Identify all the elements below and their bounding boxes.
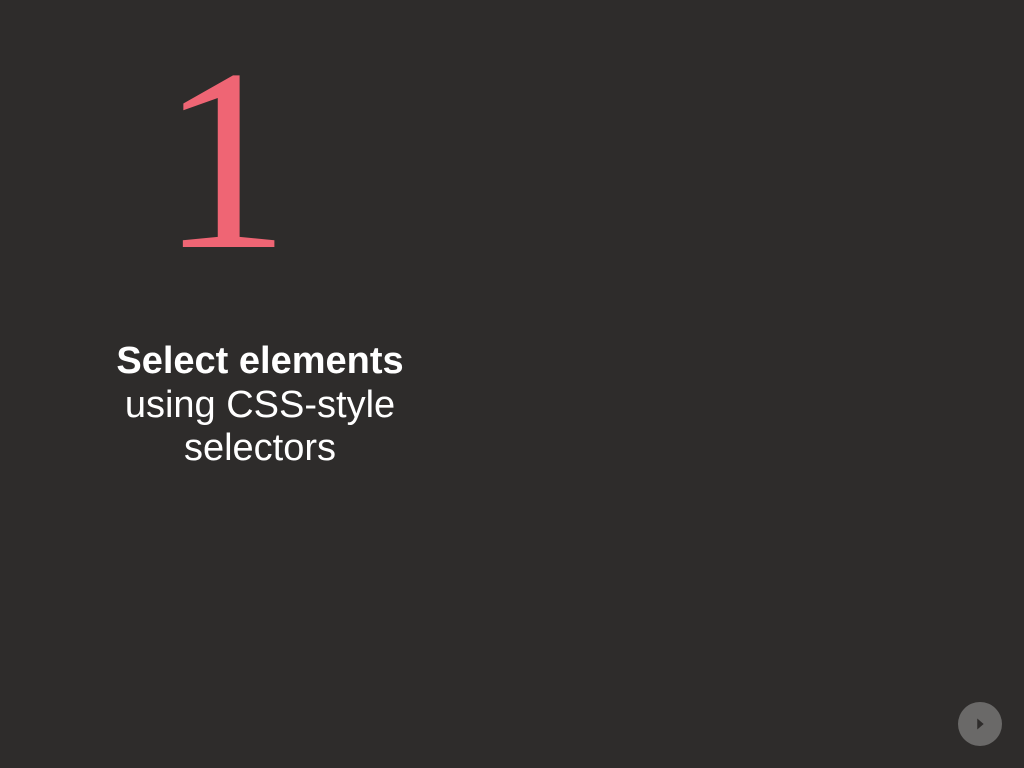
slide-title-line-1: Select elements [116, 340, 403, 382]
slide: 1 Select elements using CSS-style select… [0, 0, 1024, 768]
arrow-right-circle-icon [969, 713, 991, 735]
slide-title-line-2: using CSS-style [125, 384, 395, 426]
slide-title-line-3: selectors [184, 427, 336, 469]
next-slide-button[interactable] [958, 702, 1002, 746]
slide-title: Select elements using CSS-style selector… [60, 340, 460, 471]
slide-number: 1 [160, 30, 290, 290]
